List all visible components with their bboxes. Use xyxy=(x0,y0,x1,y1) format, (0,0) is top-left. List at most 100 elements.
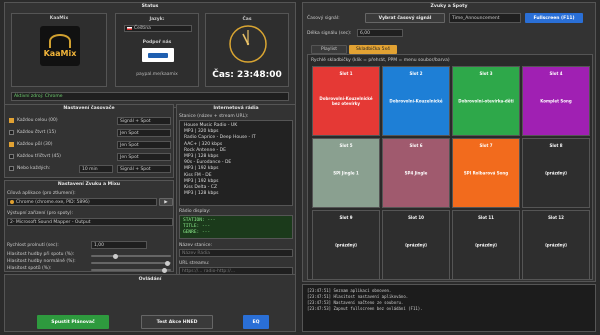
slot-title: Slot 10 xyxy=(408,215,424,220)
clock-box: Čas Čas: 23:48:00 xyxy=(205,13,289,87)
control-title: Ovládání xyxy=(138,277,162,282)
support-label: Podpoř nás xyxy=(142,40,172,45)
digital-time: Čas: 23:48:00 xyxy=(212,70,282,80)
timer-action-select[interactable]: Jen Spot xyxy=(117,153,171,161)
slider-knob[interactable] xyxy=(162,267,168,273)
slot-title: Slot 8 xyxy=(549,143,563,148)
test-action-button[interactable]: Test Akce HNED xyxy=(141,315,213,329)
timer-action-value: Jen Spot xyxy=(120,130,139,136)
slot-title: Slot 4 xyxy=(549,71,563,76)
timer-action-select[interactable]: Signál + Spot xyxy=(117,165,171,173)
station-name-placeholder: Název Rádia xyxy=(182,250,210,256)
quick-sound-slot[interactable]: Slot 1 Dobrovolní-Kouzelnické bez otevírk… xyxy=(312,66,380,136)
station-list-label: Stanice (název + stream URL): xyxy=(179,114,249,119)
eq-button[interactable]: EQ xyxy=(243,315,269,329)
timer-action-value: Jen Spot xyxy=(120,154,139,160)
language-value: Čeština xyxy=(134,26,151,31)
slot-title: Slot 6 xyxy=(409,143,423,148)
radio-display: STATION: --- TITLE: --- GENRE: --- xyxy=(179,215,293,239)
slot-sound-name: (prázdný) xyxy=(335,242,357,248)
output-device-value: 2- Microsoft Sound Mapper - Output xyxy=(10,219,91,225)
logo-text: KaaMix xyxy=(43,49,77,58)
music-during-spot-slider[interactable] xyxy=(91,253,171,259)
start-scheduler-button[interactable]: Spustit Plánovač xyxy=(37,315,109,329)
mix-title: Nastavení Zvuku a Mixu xyxy=(57,182,121,187)
timer-action-select[interactable]: Jen Spot xyxy=(117,129,171,137)
spot-volume-slider[interactable] xyxy=(91,267,171,273)
paypal-link[interactable]: paypal.me/kaamix xyxy=(116,72,198,77)
fade-speed-value: 1,00 xyxy=(94,242,105,248)
slot-title: Slot 2 xyxy=(409,71,423,76)
quick-sound-slot[interactable]: Slot 7 SPI Rolbarová Song xyxy=(452,138,520,208)
slot-sound-name: Dobrovolní-Kouzelnické xyxy=(389,98,443,104)
slot-sound-name: Komplet Song xyxy=(540,98,572,104)
slot-sound-name: SPI Jingle 1 xyxy=(333,170,359,176)
station-list-item[interactable]: MP3 | 128 kbps xyxy=(184,191,288,197)
target-app-label: Cílová aplikace (pro ztlumení): xyxy=(7,191,76,196)
slot-sound-name: (prázdný) xyxy=(545,242,567,248)
slot-title: Slot 11 xyxy=(478,215,494,220)
fullscreen-button[interactable]: Fullscreen (F11) xyxy=(525,13,583,23)
log-line: [23:47:53] Zapnut fullscreen bez ovládán… xyxy=(307,306,423,311)
target-app-value: Chrome (chrome.exe, PID: 5896) xyxy=(16,199,90,205)
display-line-genre: GENRE: --- xyxy=(183,230,211,235)
timer-checkbox[interactable] xyxy=(9,130,14,135)
timer-checkbox[interactable] xyxy=(9,154,14,159)
language-select[interactable]: Čeština xyxy=(124,25,192,32)
quick-sound-slot[interactable]: Slot 12 (prázdný) xyxy=(522,210,590,280)
timer-row-label: Každou třičtvrt (45) xyxy=(17,154,61,159)
paypal-logo[interactable] xyxy=(142,48,174,62)
quick-sound-slot[interactable]: Slot 8 (prázdný) xyxy=(522,138,590,208)
signal-file-name: Time_Announcement xyxy=(452,15,500,21)
signal-label: Časový signál: xyxy=(307,16,340,21)
quick-sound-slot[interactable]: Slot 11 (prázdný) xyxy=(452,210,520,280)
quick-sound-slot[interactable]: Slot 10 (prázdný) xyxy=(382,210,450,280)
stream-url-label: URL streamu: xyxy=(179,261,210,266)
target-app-select[interactable]: Chrome (chrome.exe, PID: 5896) xyxy=(7,198,157,206)
tab-playlist[interactable]: Playlist xyxy=(311,45,347,54)
timer-action-value: Signál + Spot xyxy=(120,118,151,124)
timer-action-select[interactable]: Signál + Spot xyxy=(117,117,171,125)
station-name-label: Název stanice: xyxy=(179,243,213,248)
slider-knob[interactable] xyxy=(164,260,170,266)
music-during-spot-label: Hlasitost hudby při spotu (%): xyxy=(7,252,75,257)
output-device-select[interactable]: 2- Microsoft Sound Mapper - Output xyxy=(7,218,173,226)
quick-sound-slot[interactable]: Slot 3 Dobrovolní-otevírka-děti xyxy=(452,66,520,136)
radio-panel: Internetová rádia Stanice (název + strea… xyxy=(176,104,296,300)
slot-sound-name: Dobrovolní-Kouzelnické bez otevírky xyxy=(319,96,373,106)
speaker-icon: ▶ xyxy=(164,199,168,205)
timer-checkbox[interactable] xyxy=(9,118,14,123)
timer-checkbox[interactable] xyxy=(9,166,14,171)
slot-title: Slot 9 xyxy=(339,215,353,220)
slot-title: Slot 12 xyxy=(548,215,564,220)
output-device-label: Výstupní zařízení (pro spoty): xyxy=(7,211,74,216)
quick-sound-slot[interactable]: Slot 4 Komplet Song xyxy=(522,66,590,136)
quick-sound-slot[interactable]: Slot 6 SP4 Jingle xyxy=(382,138,450,208)
flag-cz-icon xyxy=(127,27,132,30)
timer-row-label: Nebo každých: xyxy=(17,166,51,171)
timer-action-select[interactable]: Jen Spot xyxy=(117,141,171,149)
slider-knob[interactable] xyxy=(112,253,118,259)
fade-speed-input[interactable]: 1,00 xyxy=(91,241,147,249)
chrome-icon xyxy=(10,200,14,204)
timer-checkbox[interactable] xyxy=(9,142,14,147)
tab-quick-sounds[interactable]: Skladbička 5x4 xyxy=(349,45,397,54)
quick-sound-slot[interactable]: Slot 5 SPI Jingle 1 xyxy=(312,138,380,208)
slot-title: Slot 5 xyxy=(339,143,353,148)
station-list[interactable]: House Music Radio - UK MP3 | 320 kbps Radi… xyxy=(179,120,293,206)
timer-action-value: Jen Spot xyxy=(120,142,139,148)
quick-sounds-area: Rychlé skladbičky (klik = přehrát, PPM =… xyxy=(307,54,593,280)
quick-sound-slot[interactable]: Slot 2 Dobrovolní-Kouzelnické xyxy=(382,66,450,136)
quick-sounds-hint: Rychlé skladbičky (klik = přehrát, PPM =… xyxy=(311,58,450,63)
music-normal-slider[interactable] xyxy=(91,260,171,266)
timer-row-label: Každou půl (30) xyxy=(17,142,53,147)
quick-sound-slot[interactable]: Slot 9 (prázdný) xyxy=(312,210,380,280)
slot-sound-name: SP4 Jingle xyxy=(404,170,428,176)
refresh-apps-button[interactable]: ▶ xyxy=(159,198,173,206)
signal-length-input[interactable]: 6,00 xyxy=(357,29,403,37)
interval-select[interactable]: 10 min xyxy=(79,165,113,173)
sounds-panel: Zvuky a Spoty Časový signál: Vybrat časo… xyxy=(302,2,596,282)
sounds-title: Zvuky a Spoty xyxy=(430,4,468,9)
choose-signal-button[interactable]: Vybrat časový signál xyxy=(365,13,445,23)
station-name-input[interactable]: Název Rádia xyxy=(179,249,293,257)
